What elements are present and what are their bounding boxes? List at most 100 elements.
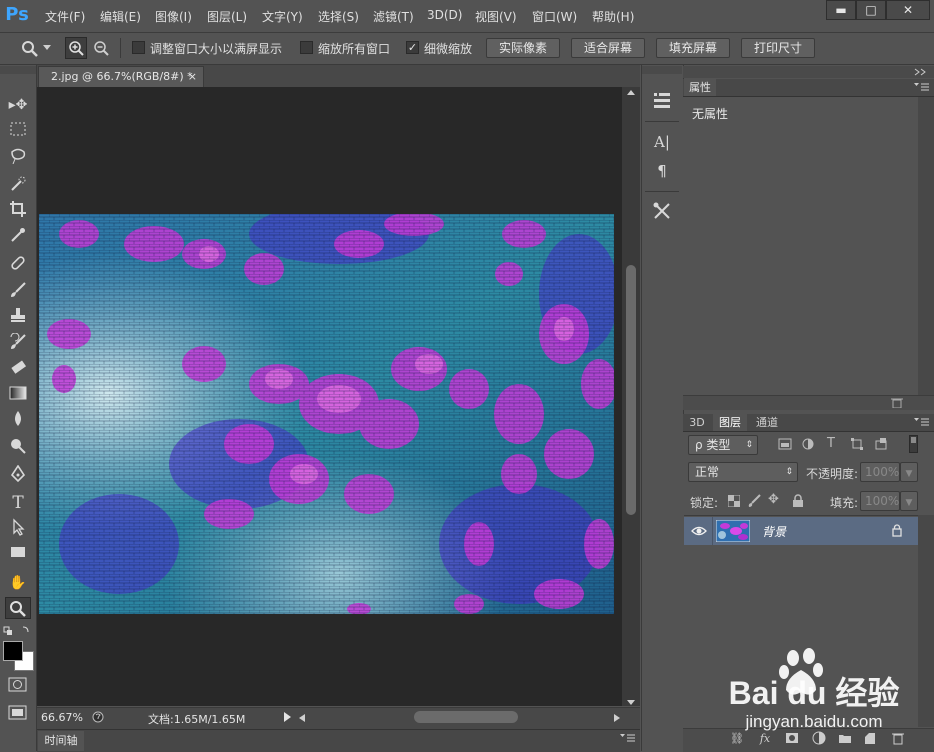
tab-channels[interactable]: 通道 bbox=[750, 414, 784, 431]
vertical-scroll-thumb[interactable] bbox=[626, 265, 636, 515]
move-tool[interactable]: ▸✥ bbox=[6, 94, 30, 116]
history-panel-icon[interactable] bbox=[652, 91, 672, 109]
lock-pixels-icon[interactable] bbox=[748, 494, 762, 508]
zoom-all-windows-checkbox[interactable] bbox=[300, 41, 313, 54]
swap-colors-icon[interactable] bbox=[3, 624, 33, 636]
zoom-tool[interactable] bbox=[5, 597, 31, 619]
horizontal-scroll-thumb[interactable] bbox=[414, 711, 518, 723]
eraser-tool[interactable] bbox=[6, 358, 30, 380]
resize-window-checkbox[interactable] bbox=[132, 41, 145, 54]
chevron-down-icon[interactable] bbox=[43, 45, 51, 51]
lasso-tool[interactable] bbox=[6, 148, 30, 170]
hscroll-right-icon[interactable] bbox=[614, 714, 620, 722]
menu-type[interactable]: 文字(Y) bbox=[262, 8, 303, 25]
menu-image[interactable]: 图像(I) bbox=[155, 8, 192, 25]
shape-tool[interactable] bbox=[6, 544, 30, 566]
fill-input[interactable]: 100% bbox=[860, 491, 900, 511]
opacity-dropdown[interactable]: ▼ bbox=[900, 462, 918, 482]
eyedropper-tool[interactable] bbox=[6, 226, 30, 248]
character-panel-icon[interactable]: A| bbox=[651, 131, 673, 153]
menu-file[interactable]: 文件(F) bbox=[45, 8, 85, 25]
scroll-down-icon[interactable] bbox=[627, 700, 635, 706]
gradient-tool[interactable] bbox=[6, 385, 30, 407]
tool-presets-icon[interactable] bbox=[652, 201, 672, 221]
document-image[interactable] bbox=[39, 214, 614, 614]
layer-name[interactable]: 背景 bbox=[762, 523, 786, 540]
status-info-icon[interactable] bbox=[92, 711, 104, 723]
opacity-input[interactable]: 100% bbox=[860, 462, 900, 482]
pen-tool[interactable] bbox=[6, 464, 30, 487]
history-brush-tool[interactable] bbox=[6, 332, 30, 355]
filter-smart-object-icon[interactable] bbox=[875, 438, 887, 450]
status-menu-arrow-icon[interactable] bbox=[284, 712, 292, 722]
right-dock-grip[interactable] bbox=[683, 66, 934, 78]
quick-select-tool[interactable] bbox=[6, 175, 30, 197]
paragraph-panel-icon[interactable]: ¶ bbox=[651, 160, 673, 182]
layer-filter-select[interactable]: ρ 类型 ⇕ bbox=[688, 435, 758, 455]
menu-edit[interactable]: 编辑(E) bbox=[100, 8, 141, 25]
maximize-button[interactable]: □ bbox=[856, 0, 886, 20]
crop-tool[interactable] bbox=[6, 200, 30, 222]
layers-menu-icon[interactable] bbox=[914, 418, 930, 428]
blend-mode-select[interactable]: 正常 ⇕ bbox=[688, 462, 798, 482]
fill-screen-button[interactable]: 填充屏幕 bbox=[656, 38, 730, 58]
scroll-up-icon[interactable] bbox=[627, 90, 635, 96]
document-tab-close[interactable]: × bbox=[188, 67, 197, 86]
path-select-tool[interactable] bbox=[6, 518, 30, 540]
collapse-panels-icon[interactable] bbox=[913, 68, 929, 76]
healing-tool[interactable] bbox=[6, 254, 30, 276]
menu-help[interactable]: 帮助(H) bbox=[592, 8, 634, 25]
filter-adjustment-icon[interactable] bbox=[802, 438, 814, 450]
lock-transparent-icon[interactable] bbox=[728, 495, 740, 507]
zoom-out-icon[interactable] bbox=[91, 38, 111, 58]
filter-pixel-icon[interactable] bbox=[778, 438, 792, 450]
stamp-tool[interactable] bbox=[6, 306, 30, 328]
hscroll-left-icon[interactable] bbox=[299, 714, 305, 722]
lock-all-icon[interactable] bbox=[792, 494, 804, 508]
tab-3d[interactable]: 3D bbox=[684, 414, 710, 431]
filter-shape-icon[interactable] bbox=[851, 438, 863, 450]
panel-menu-icon[interactable] bbox=[620, 734, 636, 744]
fit-screen-button[interactable]: 适合屏幕 bbox=[571, 38, 645, 58]
lock-position-icon[interactable]: ✥ bbox=[768, 492, 779, 507]
layers-scrollbar[interactable] bbox=[918, 515, 934, 727]
trash-icon[interactable] bbox=[890, 397, 904, 408]
filter-toggle[interactable] bbox=[909, 435, 918, 453]
quick-mask-icon[interactable] bbox=[8, 677, 28, 693]
layer-row[interactable]: 背景 bbox=[684, 517, 918, 545]
hand-tool[interactable]: ✋ bbox=[6, 572, 30, 594]
menu-filter[interactable]: 滤镜(T) bbox=[373, 8, 414, 25]
properties-tab[interactable]: 属性 bbox=[684, 79, 716, 96]
foreground-color-swatch[interactable] bbox=[3, 641, 23, 661]
menu-select[interactable]: 选择(S) bbox=[318, 8, 359, 25]
close-button[interactable]: ✕ bbox=[886, 0, 930, 20]
marquee-tool[interactable] bbox=[6, 121, 30, 143]
tools-panel-grip[interactable] bbox=[0, 66, 36, 74]
dodge-tool[interactable] bbox=[6, 437, 30, 459]
minimize-button[interactable]: ▬ bbox=[826, 0, 856, 20]
filter-type-icon[interactable]: T bbox=[827, 436, 835, 451]
panel-strip-grip[interactable] bbox=[642, 66, 682, 74]
zoom-icon[interactable] bbox=[20, 39, 40, 59]
zoom-level[interactable]: 66.67% bbox=[41, 711, 83, 724]
fill-dropdown[interactable]: ▼ bbox=[900, 491, 918, 511]
zoom-in-mode[interactable] bbox=[65, 37, 87, 59]
print-size-button[interactable]: 打印尺寸 bbox=[741, 38, 815, 58]
menu-view[interactable]: 视图(V) bbox=[475, 8, 517, 25]
eye-icon[interactable] bbox=[691, 525, 707, 537]
menu-3d[interactable]: 3D(D) bbox=[427, 8, 462, 22]
properties-scrollbar[interactable] bbox=[918, 97, 934, 395]
brush-tool[interactable] bbox=[6, 281, 30, 303]
tab-layers[interactable]: 图层 bbox=[713, 414, 747, 431]
chevron-down-icon: ▼ bbox=[905, 498, 913, 508]
menu-window[interactable]: 窗口(W) bbox=[532, 8, 577, 25]
properties-menu-icon[interactable] bbox=[914, 83, 930, 93]
scrubby-zoom-checkbox[interactable]: ✓ bbox=[406, 41, 419, 54]
blur-tool[interactable] bbox=[6, 410, 30, 432]
type-tool[interactable]: T bbox=[6, 492, 30, 514]
actual-pixels-button[interactable]: 实际像素 bbox=[486, 38, 560, 58]
document-tab[interactable]: 2.jpg @ 66.7%(RGB/8#) * × bbox=[38, 66, 204, 87]
screen-mode-icon[interactable] bbox=[8, 705, 28, 721]
menu-layer[interactable]: 图层(L) bbox=[207, 8, 247, 25]
timeline-tab[interactable]: 时间轴 bbox=[38, 731, 84, 751]
